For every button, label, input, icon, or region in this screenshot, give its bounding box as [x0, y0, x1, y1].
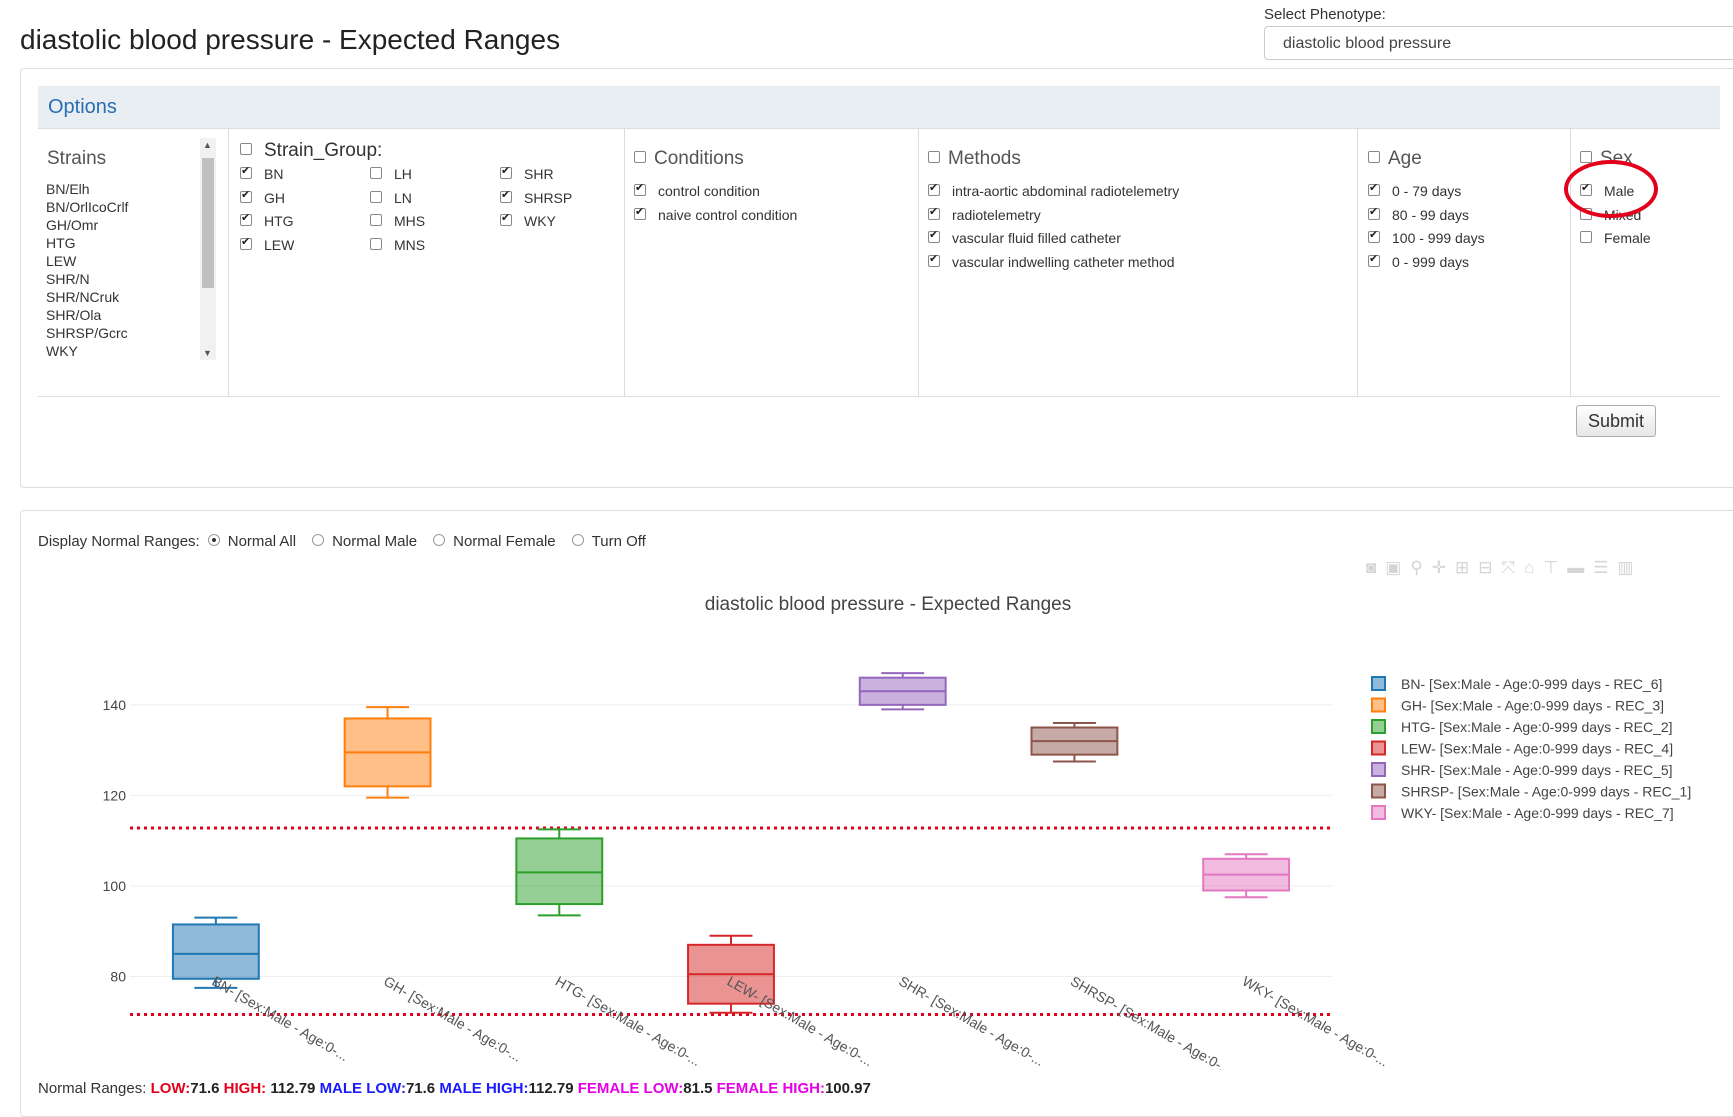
y-tick-label: 120: [103, 787, 127, 803]
legend-swatch[interactable]: [1371, 762, 1386, 777]
legend-swatch[interactable]: [1371, 783, 1386, 799]
legend-label[interactable]: SHR- [Sex:Male - Age:0-999 days - REC_5]: [1401, 762, 1673, 778]
male-low-label: MALE LOW:: [319, 1080, 406, 1097]
low-value: 71.6: [190, 1080, 220, 1097]
box-plot-chart[interactable]: diastolic blood pressure - Expected Rang…: [0, 0, 1733, 1070]
box-htg[interactable]: [515, 837, 604, 906]
legend-label[interactable]: GH- [Sex:Male - Age:0-999 days - REC_3]: [1401, 698, 1664, 714]
x-tick-label: BN- [Sex:Male - Age:0-...: [209, 973, 351, 1064]
high-value: 112.79: [270, 1080, 316, 1097]
x-tick-label: GH- [Sex:Male - Age:0-...: [381, 973, 524, 1065]
high-label: HIGH:: [223, 1080, 267, 1097]
female-low-value: 81.5: [683, 1080, 713, 1097]
legend-swatch[interactable]: [1371, 719, 1386, 734]
normal-ranges-footer: Normal Ranges: LOW:71.6 HIGH: 112.79 MAL…: [38, 1080, 871, 1097]
legend-swatch[interactable]: [1371, 740, 1386, 756]
legend-swatch[interactable]: [1371, 676, 1386, 691]
male-high-label: MALE HIGH:: [439, 1080, 529, 1097]
y-tick-label: 80: [110, 969, 126, 985]
x-tick-label: HTG- [Sex:Male - Age:0-...: [553, 973, 704, 1069]
low-label: LOW:: [150, 1080, 191, 1097]
x-tick-label: SHR- [Sex:Male - Age:0-...: [896, 973, 1047, 1069]
female-low-label: FEMALE LOW:: [577, 1080, 684, 1097]
legend-label[interactable]: HTG- [Sex:Male - Age:0-999 days - REC_2]: [1401, 719, 1673, 735]
box-bn[interactable]: [171, 923, 260, 980]
legend-label[interactable]: SHRSP- [Sex:Male - Age:0-999 days - REC_…: [1401, 784, 1691, 800]
x-tick-label: LEW- [Sex:Male - Age:0-...: [725, 973, 876, 1070]
legend-label[interactable]: BN- [Sex:Male - Age:0-999 days - REC_6]: [1401, 676, 1662, 692]
legend-label[interactable]: WKY- [Sex:Male - Age:0-999 days - REC_7]: [1401, 805, 1674, 821]
female-high-label: FEMALE HIGH:: [716, 1080, 825, 1097]
male-high-value: 112.79: [528, 1080, 574, 1097]
male-low-value: 71.6: [405, 1080, 436, 1097]
legend-label[interactable]: LEW- [Sex:Male - Age:0-999 days - REC_4]: [1401, 741, 1673, 757]
x-tick-label: WKY- [Sex:Male - Age:0-...: [1240, 973, 1392, 1070]
footer-label: Normal Ranges:: [38, 1080, 147, 1097]
legend-swatch[interactable]: [1371, 805, 1386, 820]
legend-swatch[interactable]: [1371, 697, 1386, 713]
female-high-value: 100.97: [824, 1080, 871, 1097]
chart-title: diastolic blood pressure - Expected Rang…: [705, 594, 1071, 615]
x-tick-label: SHRSP- [Sex:Male - Age:0-...: [1068, 973, 1235, 1070]
y-tick-label: 100: [103, 878, 127, 894]
y-tick-label: 140: [103, 697, 127, 713]
